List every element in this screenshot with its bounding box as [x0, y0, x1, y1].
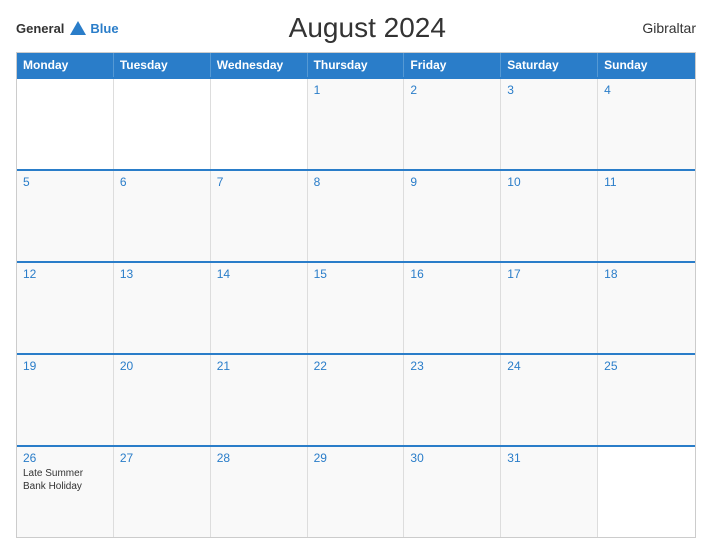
- event-late-summer-bank-holiday: Late Summer Bank Holiday: [23, 467, 107, 493]
- table-row: 17: [501, 263, 598, 353]
- table-row: 12: [17, 263, 114, 353]
- logo: General Blue: [16, 21, 119, 36]
- table-row: 16: [404, 263, 501, 353]
- calendar-page: General Blue August 2024 Gibraltar Monda…: [0, 0, 712, 550]
- week-row-1: 1 2 3 4: [17, 77, 695, 169]
- logo-blue-text: Blue: [90, 21, 118, 36]
- col-header-saturday: Saturday: [501, 53, 598, 77]
- col-header-friday: Friday: [404, 53, 501, 77]
- table-row: [598, 447, 695, 537]
- col-header-monday: Monday: [17, 53, 114, 77]
- table-row: 10: [501, 171, 598, 261]
- logo-general-text: General: [16, 21, 64, 36]
- table-row: 21: [211, 355, 308, 445]
- table-row: 8: [308, 171, 405, 261]
- calendar-header: General Blue August 2024 Gibraltar: [16, 12, 696, 44]
- logo-triangle-icon: [70, 21, 86, 35]
- table-row: 9: [404, 171, 501, 261]
- table-row: [114, 79, 211, 169]
- table-row: 28: [211, 447, 308, 537]
- table-row: 25: [598, 355, 695, 445]
- col-header-thursday: Thursday: [308, 53, 405, 77]
- table-row: 13: [114, 263, 211, 353]
- table-row: 2: [404, 79, 501, 169]
- calendar-body: 1 2 3 4 5 6 7 8 9 10 11 12 13 14 15: [17, 77, 695, 537]
- table-row: 18: [598, 263, 695, 353]
- col-header-wednesday: Wednesday: [211, 53, 308, 77]
- table-row: 5: [17, 171, 114, 261]
- table-row: 31: [501, 447, 598, 537]
- calendar-header-row: Monday Tuesday Wednesday Thursday Friday…: [17, 53, 695, 77]
- week-row-2: 5 6 7 8 9 10 11: [17, 169, 695, 261]
- table-row: [17, 79, 114, 169]
- table-row: 7: [211, 171, 308, 261]
- col-header-sunday: Sunday: [598, 53, 695, 77]
- table-row: 22: [308, 355, 405, 445]
- week-row-3: 12 13 14 15 16 17 18: [17, 261, 695, 353]
- table-row: 4: [598, 79, 695, 169]
- table-row: 26 Late Summer Bank Holiday: [17, 447, 114, 537]
- table-row: 23: [404, 355, 501, 445]
- table-row: 6: [114, 171, 211, 261]
- week-row-4: 19 20 21 22 23 24 25: [17, 353, 695, 445]
- table-row: 1: [308, 79, 405, 169]
- table-row: 20: [114, 355, 211, 445]
- table-row: 14: [211, 263, 308, 353]
- month-title: August 2024: [119, 12, 616, 44]
- table-row: 29: [308, 447, 405, 537]
- table-row: 30: [404, 447, 501, 537]
- table-row: 19: [17, 355, 114, 445]
- location-label: Gibraltar: [616, 20, 696, 36]
- week-row-5: 26 Late Summer Bank Holiday 27 28 29 30 …: [17, 445, 695, 537]
- table-row: 15: [308, 263, 405, 353]
- table-row: 3: [501, 79, 598, 169]
- table-row: 24: [501, 355, 598, 445]
- table-row: 27: [114, 447, 211, 537]
- table-row: [211, 79, 308, 169]
- table-row: 11: [598, 171, 695, 261]
- calendar-grid: Monday Tuesday Wednesday Thursday Friday…: [16, 52, 696, 538]
- col-header-tuesday: Tuesday: [114, 53, 211, 77]
